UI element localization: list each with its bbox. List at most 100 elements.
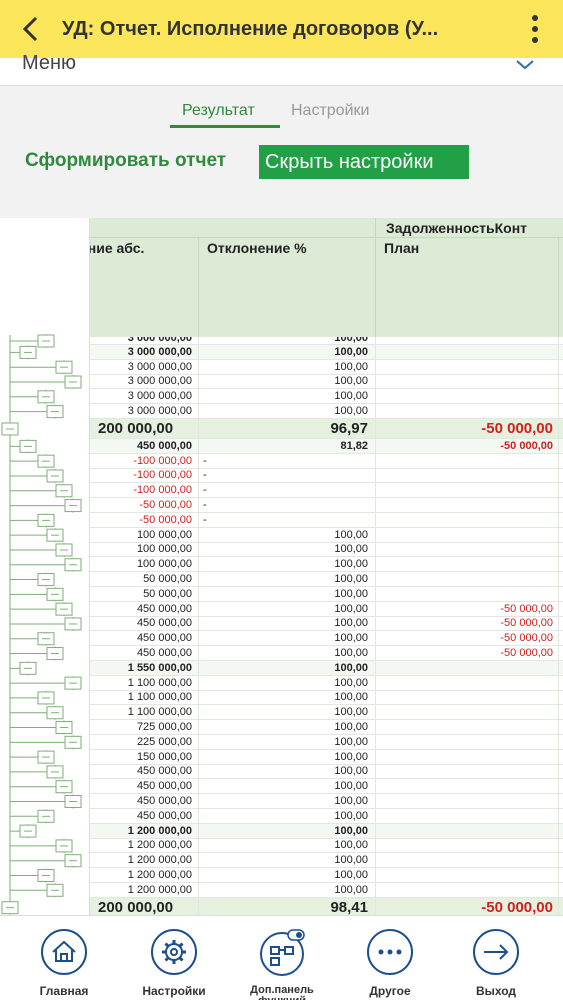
column-header-abs-deviation: ение абс. [90,240,145,256]
table-row[interactable]: 1 100 000,00 100,00 [90,675,563,691]
tree-grouping-column [0,218,90,915]
table-row[interactable]: 100 000,00 100,00 [90,557,563,573]
table-row[interactable]: 450 000,00 100,00 [90,764,563,780]
cell-abs: 450 000,00 [136,602,192,615]
cell-next [558,438,563,453]
cell-plan: -50 000,00 [375,438,553,453]
cell-abs: -100 000,00 [133,469,192,482]
table-row[interactable]: -100 000,00- [90,483,563,499]
generate-report-button[interactable]: Сформировать отчет [25,150,226,172]
cell-abs: 1 100 000,00 [127,676,192,689]
cell-abs: 200 000,00 [98,898,174,915]
table-row[interactable]: -50 000,00- [90,498,563,513]
table-row[interactable]: 200 000,00 96,97 -50 000,00 [90,418,563,439]
cell-percent: 96,97 [198,418,372,438]
cell-percent: - [198,468,372,483]
table-row[interactable]: 3 000 000,00 100,00 [90,389,563,405]
table-row[interactable]: 50 000,00 100,00 [90,572,563,587]
table-row[interactable]: 1 200 000,00 100,00 [90,838,563,854]
page-title: УД: Отчет. Исполнение договоров (У... [62,17,439,40]
cell-next [558,418,563,438]
cell-next [558,734,563,749]
table-row[interactable]: -50 000,00- [90,512,563,528]
cell-next [558,720,563,734]
table-row[interactable]: 1 200 000,00 100,00 [90,882,563,898]
nav-settings[interactable]: Настройки [124,928,224,997]
column-header-plan: План [375,238,558,337]
cell-percent: 100,00 [198,808,372,823]
cell-percent: - [198,483,372,498]
table-row[interactable]: -100 000,00- [90,453,563,469]
cell-percent: 100,00 [198,720,372,734]
table-row[interactable]: 1 100 000,00 100,00 [90,705,563,721]
cell-percent: 100,00 [198,542,372,557]
table-row[interactable]: 1 550 000,00 100,00 [90,660,563,676]
table-row[interactable]: 150 000,00 100,00 [90,749,563,765]
tab-settings[interactable]: Настройки [291,102,369,120]
cell-next [558,794,563,808]
table-row[interactable]: 3 000 000,00 100,00 [90,404,563,419]
cell-next [558,359,563,374]
cell-percent: 100,00 [198,572,372,586]
table-row[interactable]: 450 000,00 100,00 -50 000,00 [90,631,563,647]
cell-percent: 100,00 [198,389,372,404]
table-row[interactable]: 1 200 000,00 100,00 [90,853,563,869]
table-row[interactable]: 3 000 000,00 100,00 [90,345,563,360]
cell-plan: -50 000,00 [375,631,553,646]
table-row[interactable]: 3 000 000,00 100,00 [90,359,563,375]
cell-abs: 450 000,00 [136,795,192,807]
menu-bar[interactable]: Меню [0,52,563,86]
table-row[interactable]: 200 000,00 98,41 -50 000,00 [90,897,563,915]
table-row[interactable]: -100 000,00- [90,468,563,484]
table-row[interactable]: 450 000,00 100,00 [90,794,563,809]
cell-next [558,542,563,557]
nav-other[interactable]: Другое [340,928,440,997]
table-row[interactable]: 100 000,00 100,00 [90,527,563,543]
table-row[interactable]: 3 000 000,00 100,00 [90,374,563,390]
cell-plan [375,734,553,749]
cell-abs: 3 000 000,00 [127,360,192,373]
table-row[interactable]: 1 200 000,00 100,00 [90,868,563,883]
nav-exit[interactable]: Выход [446,928,546,997]
nav-home[interactable]: Главная [14,928,114,997]
table-row[interactable]: 450 000,00 100,00 -50 000,00 [90,646,563,661]
table-row[interactable]: 450 000,00 100,00 -50 000,00 [90,616,563,632]
chevron-down-icon[interactable] [514,58,536,72]
cell-percent: 100,00 [198,794,372,808]
cell-next [558,764,563,779]
back-button[interactable] [0,0,62,58]
cell-next [558,838,563,853]
cell-abs: 3 000 000,00 [127,405,192,418]
nav-function-panel[interactable]: Доп.панель функций [232,928,332,1000]
cell-percent: - [198,498,372,512]
cell-next [558,616,563,631]
cell-next [558,660,563,675]
table-row[interactable]: 450 000,00 81,82 -50 000,00 [90,438,563,454]
table-row[interactable]: 100 000,00 100,00 [90,542,563,558]
cell-abs: 1 200 000,00 [127,868,192,881]
cell-next [558,404,563,418]
table-row[interactable]: 1 200 000,00 100,00 [90,823,563,839]
cell-abs: 100 000,00 [136,528,192,541]
cell-next [558,453,563,468]
table-row[interactable]: 50 000,00 100,00 [90,586,563,602]
cell-percent: - [198,512,372,527]
table-row[interactable]: 450 000,00 100,00 -50 000,00 [90,601,563,617]
table-row[interactable]: 1 100 000,00 100,00 [90,690,563,706]
cell-next [558,823,563,838]
cell-plan [375,660,553,675]
table-row[interactable]: 450 000,00 100,00 [90,808,563,824]
table-row[interactable]: 225 000,00 100,00 [90,734,563,750]
table-row[interactable]: 450 000,00 100,00 [90,779,563,795]
cell-abs: 1 200 000,00 [127,854,192,867]
report-table[interactable]: ЗадолженностьКонт ение абс. Отклонение %… [0,218,563,915]
cell-abs: 50 000,00 [143,587,192,600]
nav-exit-label: Выход [475,984,517,998]
active-tab-indicator [170,125,280,128]
more-options-icon[interactable] [507,0,563,58]
cell-abs: 725 000,00 [136,721,192,734]
cell-plan [375,468,553,483]
table-row[interactable]: 725 000,00 100,00 [90,720,563,735]
tab-result[interactable]: Результат [182,102,255,120]
hide-settings-button[interactable]: Скрыть настройки [259,145,469,179]
